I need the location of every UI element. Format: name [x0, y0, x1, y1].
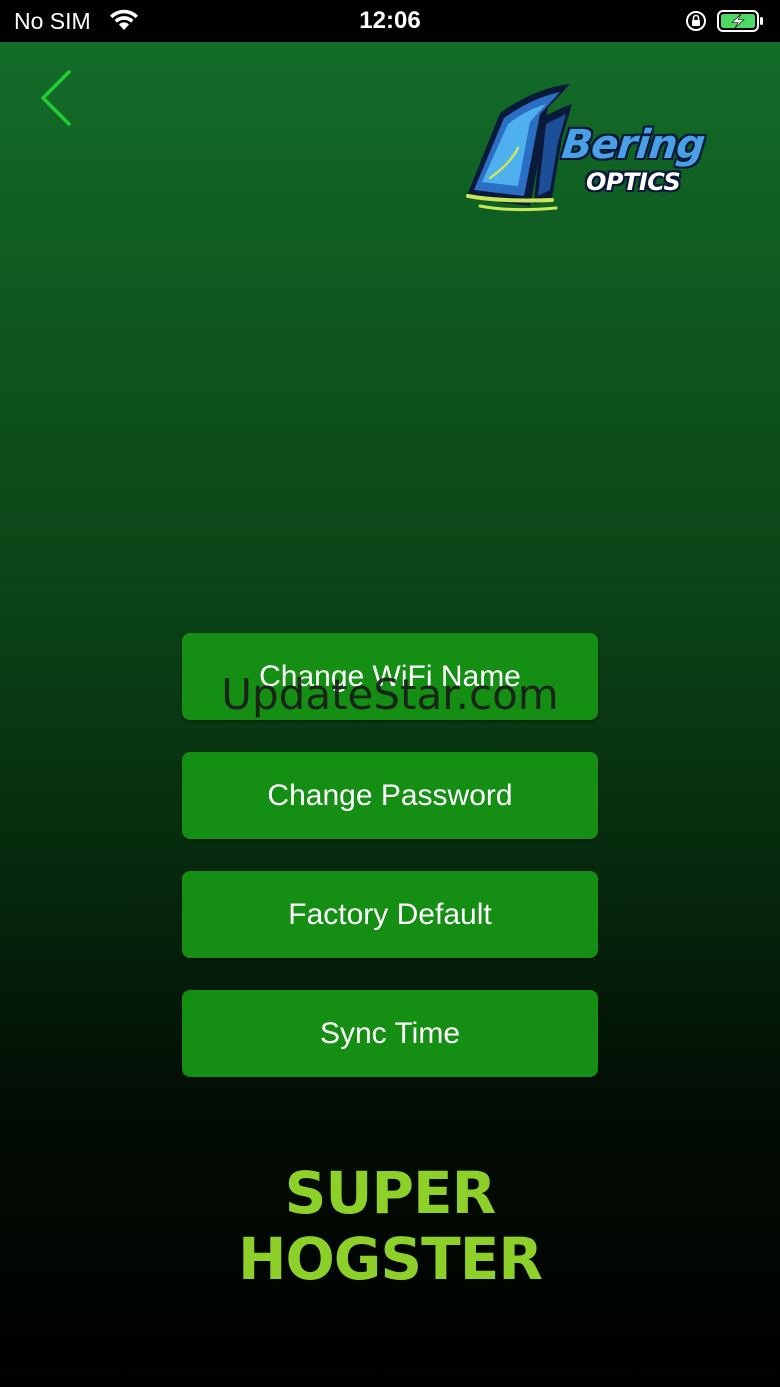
battery-icon — [717, 9, 765, 38]
orientation-lock-icon — [685, 10, 707, 37]
back-button[interactable] — [30, 68, 84, 128]
change-wifi-name-button[interactable]: Change WiFi Name — [182, 633, 598, 720]
chevron-left-icon — [41, 70, 71, 126]
clock-label: 12:06 — [359, 7, 421, 34]
factory-default-button[interactable]: Factory Default — [182, 871, 598, 958]
status-bar: No SIM 12:06 — [0, 0, 780, 42]
logo-text-optics: OPTICS — [586, 168, 681, 196]
product-title: SUPER HOGSTER — [0, 1160, 780, 1292]
logo-text-bering: Bering — [559, 122, 707, 168]
sync-time-button[interactable]: Sync Time — [182, 990, 598, 1077]
product-title-line1: SUPER — [284, 1159, 497, 1227]
settings-menu: Change WiFi Name Change Password Factory… — [182, 633, 598, 1109]
bering-optics-logo: Bering OPTICS — [460, 78, 707, 218]
product-title-line2: HOGSTER — [237, 1225, 543, 1293]
change-password-button[interactable]: Change Password — [182, 752, 598, 839]
